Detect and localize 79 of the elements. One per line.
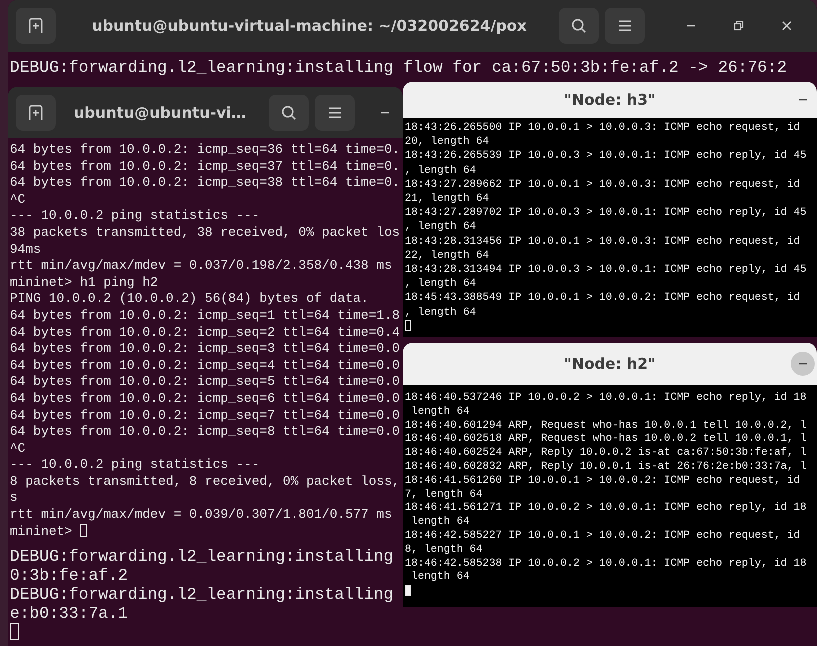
- terminal-line: 8 packets transmitted, 8 received, 0% packet loss,: [10, 474, 400, 490]
- terminal-line: 18:43:27.289662 IP 10.0.0.1 > 10.0.0.3: ICMP echo request, id: [405, 178, 800, 192]
- terminal-line: DEBUG:forwarding.l2_learning:installing: [10, 547, 394, 566]
- minimize-icon: [798, 363, 808, 365]
- menu-icon: [618, 20, 632, 32]
- minimize-icon: [380, 112, 390, 114]
- minimize-icon: [798, 99, 808, 101]
- terminal-line: --- 10.0.0.2 ping statistics ---: [10, 208, 260, 225]
- menu-icon: [328, 106, 342, 118]
- terminal-line: DEBUG:forwarding.l2_learning:installing: [10, 585, 394, 604]
- search-button[interactable]: [559, 8, 599, 44]
- new-tab-button[interactable]: [16, 8, 56, 44]
- terminal-line: 64 bytes from 10.0.0.2: icmp_seq=6 ttl=64 time=0.0: [10, 390, 400, 408]
- terminal-line: 18:46:41.561271 IP 10.0.0.2 > 10.0.0.1: ICMP echo reply, id 18: [405, 502, 807, 516]
- terminal-line: 18:46:41.561260 IP 10.0.0.1 > 10.0.0.2: ICMP echo request, id: [405, 474, 800, 489]
- search-button[interactable]: [269, 94, 309, 130]
- terminal-line: --- 10.0.0.2 ping statistics ---: [10, 457, 260, 474]
- search-icon: [281, 104, 297, 120]
- terminal-line: mininet>: [10, 524, 88, 540]
- terminal-line: , length 64: [405, 277, 476, 292]
- terminal-line: rtt min/avg/max/mdev = 0.037/0.198/2.358/0.438 ms: [10, 258, 392, 275]
- terminal-line: 18:46:42.585238 IP 10.0.0.2 > 10.0.0.1: ICMP echo reply, id 18: [405, 558, 807, 571]
- terminal-line: 18:43:26.265539 IP 10.0.0.3 > 10.0.0.1: ICMP echo reply, id 45: [405, 149, 807, 164]
- terminal-line: 18:46:40.602518 ARP, Request who-has 10.0.0.2 tell 10.0.0.1, l: [405, 433, 807, 447]
- terminal-line: 22, length 64: [405, 248, 490, 264]
- search-icon: [571, 18, 587, 34]
- menu-button[interactable]: [605, 8, 645, 44]
- terminal-line: , length 64: [405, 220, 476, 235]
- terminal-line: length 64: [410, 406, 470, 420]
- terminal-line: rtt min/avg/max/mdev = 0.039/0.307/1.801/0.577 ms: [10, 507, 392, 524]
- terminal-line: e:b0:33:7a.1: [10, 604, 128, 623]
- restore-icon: [734, 21, 744, 31]
- terminal-line: 64 bytes from 10.0.0.2: icmp_seq=7 ttl=64 time=0.0: [10, 408, 400, 424]
- terminal-line: , length 64: [405, 164, 476, 178]
- terminal-line: 18:46:42.585227 IP 10.0.0.1 > 10.0.0.2: ICMP echo request, id: [405, 530, 800, 544]
- window-title: ubuntu@ubuntu-vi…: [73, 104, 248, 122]
- terminal-line: 64 bytes from 10.0.0.2: icmp_seq=4 ttl=64 time=0.0: [10, 358, 400, 374]
- new-tab-icon: [28, 18, 44, 34]
- terminal-line: 94ms: [10, 242, 42, 258]
- new-tab-button[interactable]: [16, 94, 56, 130]
- terminal-line: 18:46:40.602832 ARP, Reply 10.0.0.1 is-at 26:76:2e:b0:33:7a, l: [405, 460, 807, 475]
- terminal-line: 38 packets transmitted, 38 received, 0% packet los: [10, 224, 400, 242]
- terminal-line: length 64: [410, 571, 470, 586]
- terminal-line: 18:43:27.289702 IP 10.0.0.3 > 10.0.0.1: ICMP echo reply, id 45: [405, 206, 807, 220]
- terminal-line: 18:45:43.388549 IP 10.0.0.1 > 10.0.0.2: ICMP echo request, id: [405, 291, 800, 306]
- terminal-line: 18:43:28.313494 IP 10.0.0.3 > 10.0.0.1: ICMP echo reply, id 45: [405, 263, 807, 278]
- terminal-line: DEBUG:forwarding.l2_learning:installing flow for ca:67:50:3b:fe:af.2 -> 26:76:2: [10, 58, 788, 77]
- terminal-line: 64 bytes from 10.0.0.2: icmp_seq=36 ttl=64 time=0.: [10, 142, 400, 159]
- terminal-line: 64 bytes from 10.0.0.2: icmp_seq=5 ttl=64 time=0.0: [10, 374, 400, 391]
- terminal-line: ^C: [10, 440, 26, 458]
- terminal-line: 20, length 64: [405, 135, 490, 150]
- terminal-line: 64 bytes from 10.0.0.2: icmp_seq=1 ttl=64 time=1.8: [10, 308, 400, 325]
- terminal-line: 18:43:28.313456 IP 10.0.0.1 > 10.0.0.3: ICMP echo request, id: [405, 234, 800, 249]
- terminal-line: 0:3b:fe:af.2: [10, 566, 128, 585]
- terminal-line: 18:46:40.537246 IP 10.0.0.2 > 10.0.0.1: ICMP echo reply, id 18: [405, 392, 807, 406]
- terminal-line: 18:43:26.265500 IP 10.0.0.1 > 10.0.0.3: ICMP echo request, id: [405, 121, 800, 136]
- terminal-line: 18:46:40.602524 ARP, Reply 10.0.0.2 is-at ca:67:50:3b:fe:af, l: [405, 447, 807, 461]
- terminal-line: 64 bytes from 10.0.0.2: icmp_seq=37 ttl=64 time=0.: [10, 158, 400, 176]
- terminal-line: 18:46:40.601294 ARP, Request who-has 10.0.0.1 tell 10.0.0.2, l: [405, 420, 807, 433]
- terminal-line: s: [10, 490, 18, 508]
- terminal-line: PING 10.0.0.2 (10.0.0.2) 56(84) bytes of data.: [10, 291, 369, 308]
- terminal-line: 21, length 64: [405, 192, 490, 206]
- new-tab-icon: [28, 104, 44, 120]
- terminal-line: 7, length 64: [405, 488, 483, 502]
- menu-button[interactable]: [315, 94, 355, 130]
- window-title: "Node: h2": [564, 355, 656, 373]
- terminal-line: ^C: [10, 192, 26, 208]
- terminal-line: 64 bytes from 10.0.0.2: icmp_seq=38 ttl=64 time=0.: [10, 175, 400, 192]
- terminal-line: , length 64: [405, 306, 476, 320]
- window-title: ubuntu@ubuntu-virtual-machine: ~/032002624/pox: [91, 17, 528, 35]
- close-icon: [782, 21, 792, 31]
- window-title: "Node: h3": [564, 91, 656, 109]
- terminal-line: mininet> h1 ping h2: [10, 274, 158, 292]
- terminal-line: 64 bytes from 10.0.0.2: icmp_seq=8 ttl=64 time=0.0: [10, 424, 400, 441]
- terminal-line: length 64: [410, 516, 470, 530]
- terminal-line: 64 bytes from 10.0.0.2: icmp_seq=2 ttl=64 time=0.4: [10, 324, 400, 342]
- terminal-line: 64 bytes from 10.0.0.2: icmp_seq=3 ttl=64 time=0.0: [10, 341, 400, 358]
- terminal-line: 8, length 64: [405, 544, 483, 558]
- minimize-icon: [686, 25, 696, 27]
